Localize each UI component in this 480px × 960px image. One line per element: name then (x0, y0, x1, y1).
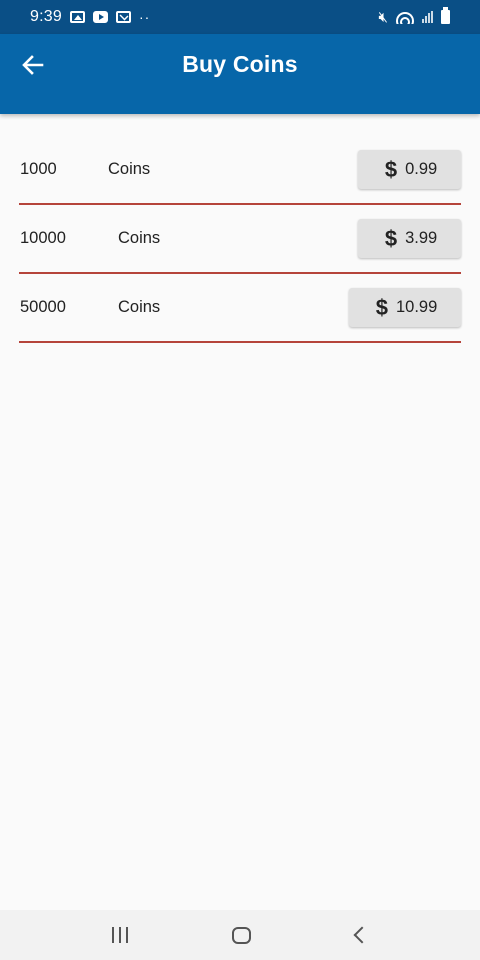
coin-package-list: 1000 Coins $ 0.99 10000 Coins $ 3.99 500… (19, 150, 461, 343)
signal-icon (422, 11, 433, 23)
more-notifications-icon: ·· (138, 9, 151, 25)
youtube-icon (92, 11, 108, 23)
price-label: 10.99 (395, 298, 438, 316)
coin-package-row: 50000 Coins $ 10.99 (19, 288, 461, 343)
system-nav-bar (0, 910, 480, 960)
coin-package-row: 1000 Coins $ 0.99 (19, 150, 461, 205)
status-left: 9:39 ·· (30, 8, 150, 26)
app-bar: Buy Coins (0, 34, 480, 114)
coin-label: Coins (108, 160, 151, 178)
coin-label: Coins (118, 298, 161, 316)
buy-button[interactable]: $ 3.99 (358, 219, 461, 258)
coin-package-row: 10000 Coins $ 3.99 (19, 219, 461, 274)
dollar-icon: $ (384, 156, 398, 182)
photo-icon (69, 11, 85, 23)
price-label: 3.99 (405, 229, 438, 247)
home-icon[interactable] (232, 926, 252, 944)
back-icon[interactable] (353, 926, 371, 944)
dollar-icon: $ (375, 294, 388, 320)
status-time: 9:39 (30, 8, 62, 25)
recent-apps-icon[interactable] (112, 927, 129, 943)
price-label: 0.99 (405, 160, 438, 178)
coin-amount: 10000 (20, 229, 66, 247)
page-title: Buy Coins (182, 51, 298, 77)
mail-icon (115, 11, 131, 23)
coin-label: Coins (118, 229, 161, 247)
wifi-icon (396, 10, 414, 24)
dollar-icon: $ (384, 225, 398, 251)
battery-icon (441, 7, 450, 24)
coin-amount: 1000 (20, 160, 57, 178)
buy-button[interactable]: $ 10.99 (349, 288, 461, 327)
mute-icon: 🔇︎ (378, 8, 388, 26)
buy-button[interactable]: $ 0.99 (358, 150, 461, 189)
coin-amount: 50000 (20, 298, 66, 316)
status-bar: 9:39 ·· 🔇︎ (0, 0, 480, 34)
status-right: 🔇︎ (378, 7, 450, 26)
